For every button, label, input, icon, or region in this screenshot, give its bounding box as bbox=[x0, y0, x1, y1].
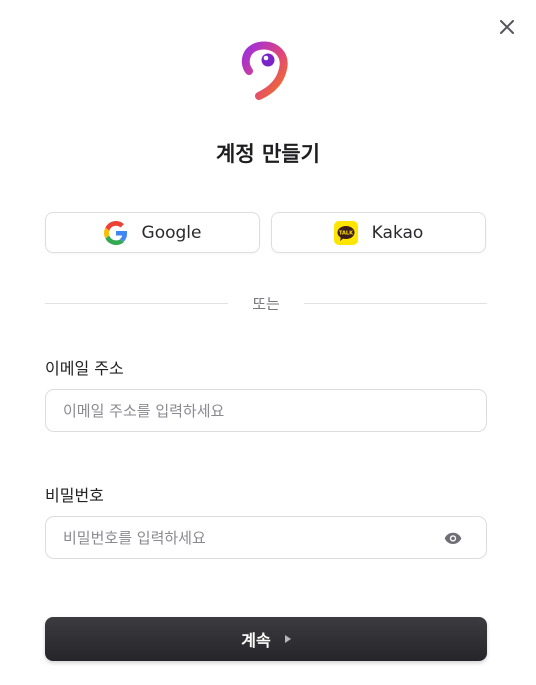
show-password-toggle[interactable] bbox=[444, 529, 462, 547]
password-field-container bbox=[45, 516, 487, 559]
eye-icon bbox=[444, 532, 462, 544]
continue-button[interactable]: 계속 bbox=[45, 617, 487, 661]
play-arrow-icon bbox=[284, 635, 291, 643]
divider-text: 또는 bbox=[252, 295, 280, 313]
email-label: 이메일 주소 bbox=[45, 359, 124, 378]
google-button-label: Google bbox=[141, 222, 202, 243]
kakao-icon: TALK bbox=[333, 220, 358, 245]
divider-line-right bbox=[304, 303, 487, 304]
kakao-button-label: Kakao bbox=[371, 222, 424, 243]
close-icon bbox=[500, 20, 514, 34]
password-label: 비밀번호 bbox=[45, 486, 104, 505]
email-input[interactable] bbox=[46, 390, 423, 431]
kakao-badge-text: TALK bbox=[339, 230, 354, 236]
password-input[interactable] bbox=[46, 517, 423, 558]
email-field-container bbox=[45, 389, 487, 432]
page-title: 계정 만들기 bbox=[216, 142, 320, 166]
close-button[interactable] bbox=[494, 14, 520, 40]
google-signin-button[interactable]: Google bbox=[45, 212, 260, 253]
divider-line-left bbox=[45, 303, 228, 304]
app-logo bbox=[239, 39, 297, 101]
kakao-signin-button[interactable]: TALK Kakao bbox=[271, 212, 486, 253]
google-icon bbox=[103, 220, 127, 245]
continue-button-label: 계속 bbox=[241, 633, 271, 650]
